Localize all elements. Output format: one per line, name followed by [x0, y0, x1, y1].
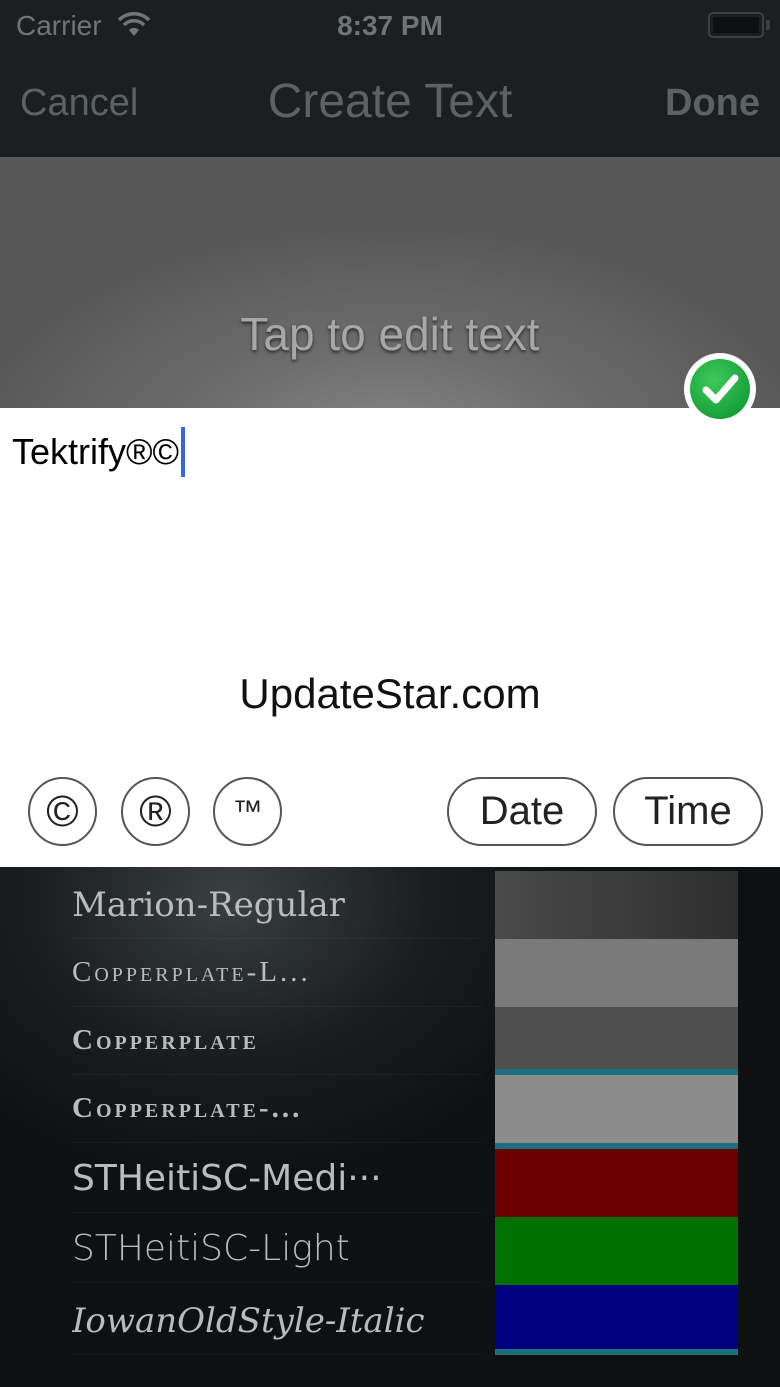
battery-icon	[708, 12, 764, 38]
font-item-iowanoldstyle-italic[interactable]: IowanOldStyle-Italic	[72, 1287, 482, 1355]
text-editor[interactable]: Tektrify®© UpdateStar.com © ® ™ Date Tim…	[0, 408, 780, 867]
swatch-separator	[495, 1349, 738, 1355]
insert-trademark-button[interactable]: ™	[213, 777, 282, 846]
color-swatch-gray[interactable]	[495, 939, 738, 1007]
font-item-copperplate-bold[interactable]: Copperplate-...	[72, 1075, 482, 1143]
top-bar: Carrier 8:37 PM Cancel Create Text Done	[0, 0, 780, 157]
color-swatch-light-gray[interactable]	[495, 1075, 738, 1143]
clock: 8:37 PM	[337, 10, 443, 41]
done-button[interactable]: Done	[665, 82, 760, 125]
font-item-stheitisc-light[interactable]: STHeitiSC-Light	[72, 1215, 482, 1283]
font-item-stheitisc-medium[interactable]: STHeitiSC-Medi···	[72, 1145, 482, 1213]
color-swatch-dark-gray[interactable]	[495, 871, 738, 939]
text-preview-area[interactable]: Tap to edit text	[0, 157, 780, 408]
watermark: UpdateStar.com	[239, 670, 541, 717]
color-swatch-blue[interactable]	[495, 1285, 738, 1353]
battery-tip	[766, 20, 770, 30]
text-caret	[181, 427, 186, 477]
font-item-copperplate[interactable]: Copperplate	[72, 1007, 482, 1075]
edit-text-value[interactable]: Tektrify®©	[12, 431, 179, 473]
insert-date-button[interactable]: Date	[447, 777, 597, 846]
page-title: Create Text	[267, 75, 513, 128]
font-item-marion-regular[interactable]: Marion-Regular	[72, 871, 482, 939]
color-swatch-medium-gray[interactable]	[495, 1007, 738, 1075]
insert-time-button[interactable]: Time	[613, 777, 763, 846]
preview-placeholder: Tap to edit text	[240, 308, 540, 360]
status-bar: Carrier 8:37 PM	[0, 0, 780, 52]
edit-line[interactable]: Tektrify®©	[12, 427, 186, 477]
insert-copyright-button[interactable]: ©	[28, 777, 97, 846]
font-item-copperplate-light[interactable]: Copperplate-L...	[72, 939, 482, 1007]
checkmark-icon	[690, 359, 750, 419]
color-swatch-red[interactable]	[495, 1149, 738, 1217]
insert-registered-button[interactable]: ®	[121, 777, 190, 846]
font-picker[interactable]: Marion-Regular Copperplate-L... Copperpl…	[0, 867, 780, 1387]
confirm-check-button[interactable]	[684, 353, 756, 425]
color-swatch-green[interactable]	[495, 1217, 738, 1285]
color-picker[interactable]	[495, 871, 738, 1361]
